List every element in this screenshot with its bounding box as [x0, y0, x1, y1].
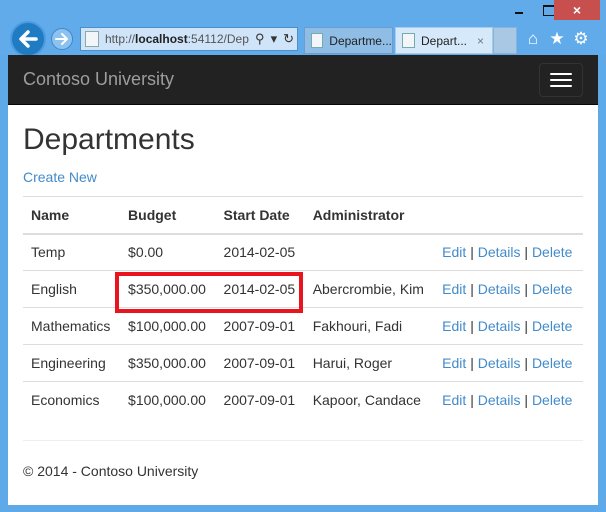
home-icon[interactable]: ⌂: [522, 28, 544, 50]
table-row: English $350,000.00 2014-02-05 Abercromb…: [23, 270, 583, 308]
separator: |: [524, 281, 529, 297]
cell-start-date: 2007-09-01: [215, 307, 305, 345]
page-icon: [85, 31, 99, 47]
separator: |: [524, 318, 529, 334]
cell-name: Mathematics: [23, 307, 121, 345]
edit-link[interactable]: Edit: [442, 281, 466, 297]
details-link[interactable]: Details: [478, 392, 521, 408]
delete-link[interactable]: Delete: [532, 355, 572, 371]
navbar-toggle-button[interactable]: [539, 62, 583, 97]
favorites-icon[interactable]: ★: [546, 28, 568, 50]
page-icon: [402, 33, 415, 48]
cell-actions: Edit | Details | Delete: [434, 234, 583, 271]
delete-link[interactable]: Delete: [532, 244, 572, 260]
cell-budget: $100,000.00: [120, 307, 216, 345]
tab-close-icon[interactable]: ×: [477, 34, 484, 48]
column-header-name: Name: [23, 196, 121, 235]
cell-budget: $350,000.00: [120, 270, 216, 308]
minimize-button[interactable]: [505, 0, 533, 20]
cell-administrator: Fakhouri, Fadi: [304, 307, 435, 345]
new-tab-button[interactable]: [493, 27, 517, 54]
table-row: Economics $100,000.00 2007-09-01 Kapoor,…: [23, 381, 583, 419]
cell-start-date: 2014-02-05: [215, 270, 305, 308]
arrow-right-icon: [55, 33, 68, 45]
separator: |: [524, 392, 529, 409]
url-text[interactable]: http://localhost:54112/Dep: [105, 32, 252, 46]
cell-administrator: [305, 234, 434, 271]
separator: |: [470, 244, 474, 261]
edit-link[interactable]: Edit: [442, 244, 466, 260]
arrow-left-icon: [19, 30, 38, 48]
browser-chrome: × http://localhost:54112/Dep ⚲ ▾ ↻ Depar…: [0, 0, 606, 57]
cell-start-date: 2014-02-05: [223, 244, 296, 261]
table-row: Temp $0.00 2014-02-05 Edit | Details | D…: [23, 234, 583, 271]
close-window-button[interactable]: ×: [554, 0, 600, 20]
cell-budget: $100,000.00: [120, 381, 216, 419]
edit-link[interactable]: Edit: [442, 355, 466, 371]
details-link[interactable]: Details: [478, 281, 521, 297]
delete-link[interactable]: Delete: [532, 392, 572, 408]
hamburger-icon-bar: [550, 78, 572, 81]
forward-button[interactable]: [51, 28, 73, 50]
details-link[interactable]: Details: [478, 244, 521, 260]
tab-label: Depart...: [421, 33, 468, 48]
gear-icon[interactable]: ⚙: [570, 28, 592, 50]
page-title: Departments: [23, 123, 195, 156]
delete-link[interactable]: Delete: [532, 281, 572, 297]
page-viewport: Contoso University Departments Create Ne…: [8, 55, 598, 505]
table-row: Engineering $350,000.00 2007-09-01 Harui…: [23, 344, 583, 382]
separator: |: [470, 281, 474, 297]
create-new-link[interactable]: Create New: [23, 169, 97, 185]
chevron-down-icon[interactable]: ▾: [271, 31, 278, 47]
close-icon: ×: [572, 2, 582, 18]
address-bar[interactable]: http://localhost:54112/Dep ⚲ ▾ ↻: [80, 27, 298, 51]
cell-actions: Edit | Details | Delete: [434, 381, 583, 419]
edit-link[interactable]: Edit: [442, 392, 466, 408]
table-row: Mathematics $100,000.00 2007-09-01 Fakho…: [23, 307, 583, 345]
details-link[interactable]: Details: [478, 355, 521, 371]
separator: |: [470, 392, 474, 409]
column-header-actions: [434, 196, 583, 235]
hamburger-icon-bar: [550, 84, 572, 87]
cell-actions: Edit | Details | Delete: [434, 270, 583, 308]
navbar-brand[interactable]: Contoso University: [23, 69, 174, 90]
cell-start-date: 2007-09-01: [215, 344, 305, 382]
details-link[interactable]: Details: [478, 318, 521, 334]
cell-name: Temp: [31, 244, 66, 261]
delete-link[interactable]: Delete: [532, 318, 572, 334]
column-header-budget: Budget: [120, 196, 216, 235]
cell-administrator: Abercrombie, Kim: [304, 270, 435, 308]
cell-budget: $350,000.00: [120, 344, 216, 382]
tab-departments-1[interactable]: Departme...: [304, 27, 393, 54]
separator: |: [470, 355, 474, 371]
cell-name: Economics: [23, 381, 121, 419]
cell-actions: Edit | Details | Delete: [434, 307, 583, 345]
footer-divider: [23, 440, 583, 441]
cell-start-date: 2007-09-01: [215, 381, 305, 419]
tab-departments-2[interactable]: Depart... ×: [395, 27, 493, 54]
cell-name: English: [23, 270, 121, 308]
search-icon[interactable]: ⚲: [255, 31, 265, 47]
table-header-row: Name Budget Start Date Administrator: [23, 196, 583, 235]
back-button[interactable]: [10, 21, 46, 57]
cell-administrator: Kapoor, Candace: [304, 381, 435, 419]
main-content: Departments Create New Name Budget Start…: [8, 123, 598, 419]
page-icon: [311, 33, 324, 48]
hamburger-icon-bar: [550, 72, 572, 75]
tab-label: Departme...: [329, 33, 392, 48]
footer-copyright: © 2014 - Contoso University: [23, 463, 199, 479]
cell-administrator: Harui, Roger: [304, 344, 435, 382]
edit-link[interactable]: Edit: [442, 318, 466, 334]
cell-actions: Edit | Details | Delete: [434, 344, 583, 382]
separator: |: [470, 318, 474, 334]
column-header-administrator: Administrator: [304, 196, 435, 235]
navbar: Contoso University: [8, 55, 598, 105]
cell-name: Engineering: [23, 344, 121, 382]
departments-table: Name Budget Start Date Administrator Tem…: [23, 196, 583, 419]
separator: |: [524, 244, 529, 261]
cell-budget: $0.00: [128, 244, 164, 261]
refresh-icon[interactable]: ↻: [283, 31, 294, 47]
column-header-start-date: Start Date: [215, 196, 305, 235]
separator: |: [524, 355, 529, 371]
